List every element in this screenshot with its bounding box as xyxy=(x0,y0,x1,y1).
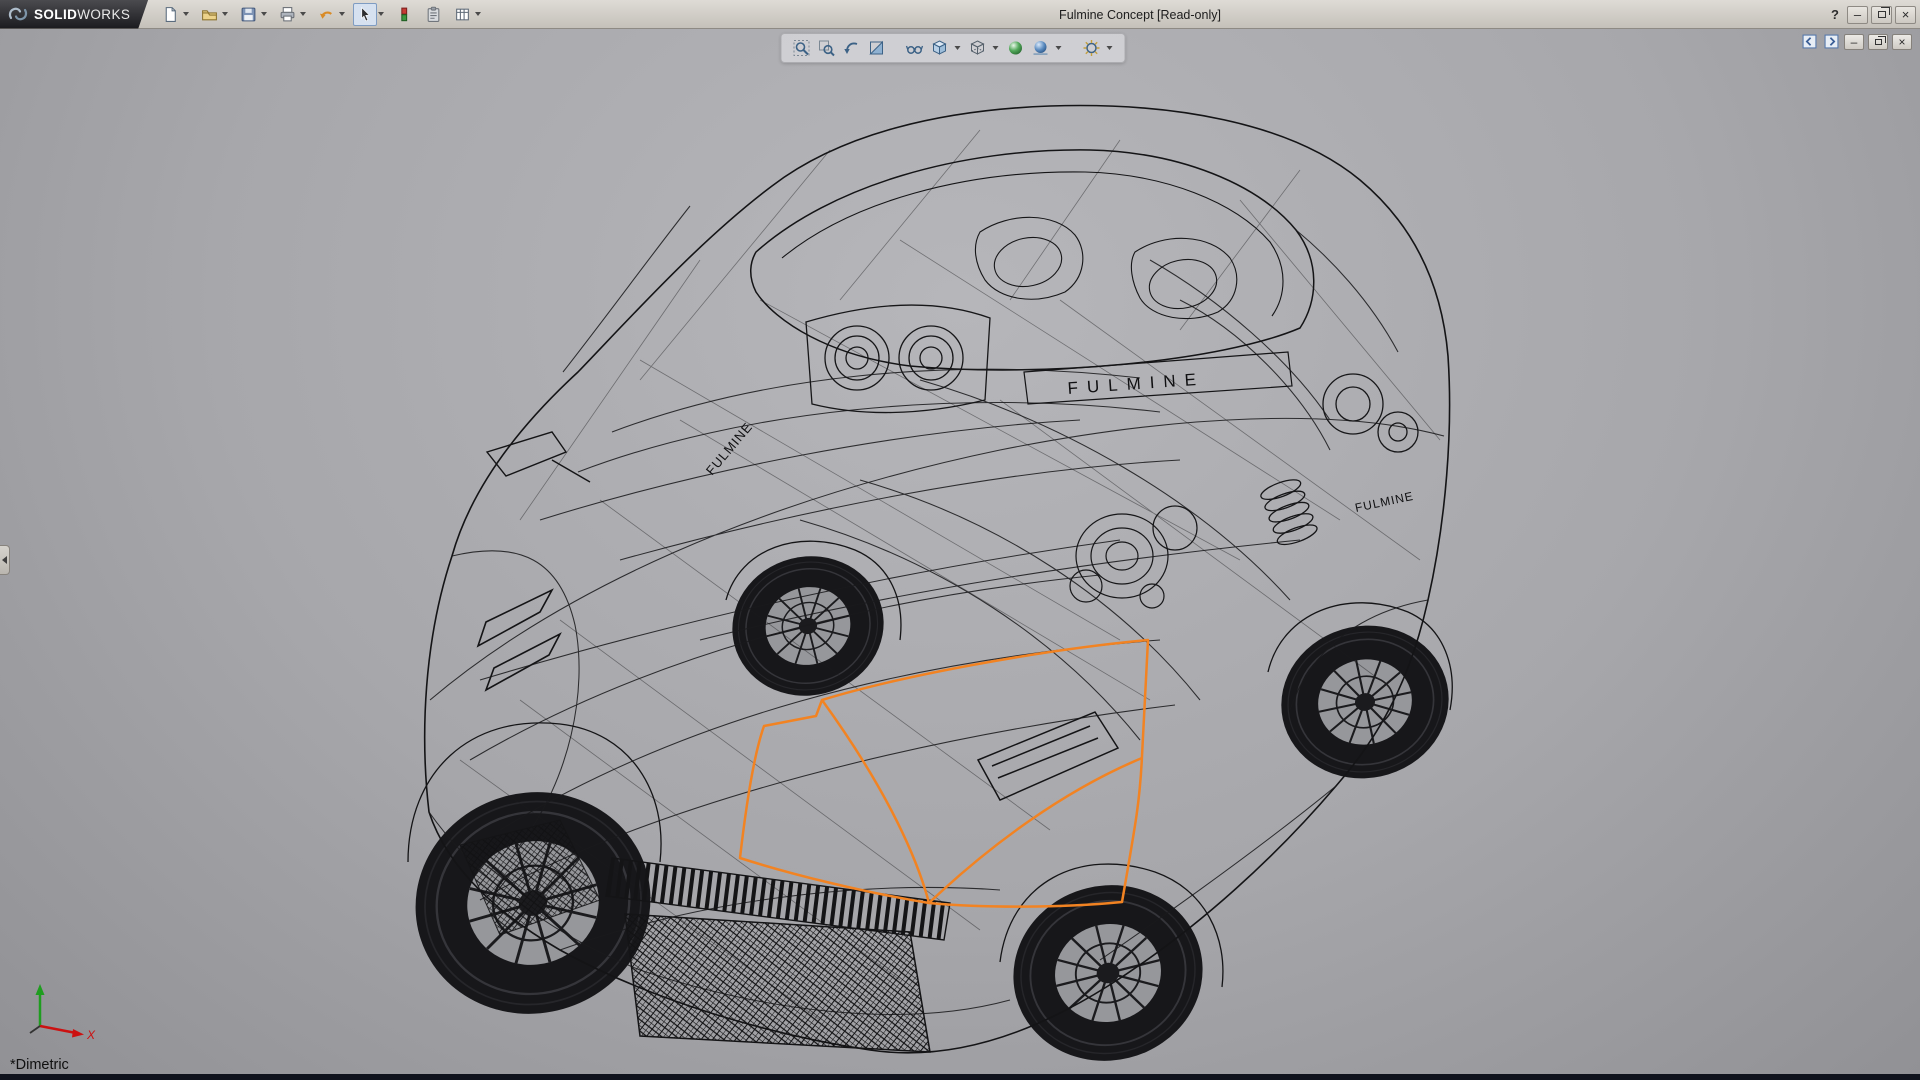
dassault-3ds-logo-icon xyxy=(8,5,28,23)
featuremanager-collapse-tab[interactable] xyxy=(0,545,10,575)
roof-inner-line xyxy=(782,172,1283,316)
wireframe-car-model: FULMINE FULMINE FULMINE xyxy=(0,0,1920,1080)
open-button[interactable] xyxy=(197,3,221,26)
view-orientation-label: *Dimetric xyxy=(10,1057,69,1073)
undo-dropdown[interactable] xyxy=(339,12,345,16)
options-button[interactable] xyxy=(450,3,474,26)
graphics-viewport[interactable]: FULMINE FULMINE FULMINE xyxy=(0,0,1920,1074)
new-document-button[interactable] xyxy=(158,3,182,26)
appearance-sphere-icon xyxy=(1007,39,1025,57)
document-restore-button[interactable] xyxy=(1868,34,1888,50)
standard-toolbar xyxy=(158,3,487,26)
orientation-cube-icon xyxy=(931,39,949,57)
previous-view-icon xyxy=(843,39,861,57)
save-dropdown[interactable] xyxy=(261,12,267,16)
triad-x-label: X xyxy=(86,1028,96,1040)
section-view-button[interactable] xyxy=(866,37,888,59)
select-dropdown[interactable] xyxy=(378,12,384,16)
glasses-icon xyxy=(906,39,924,57)
heads-up-view-toolbar xyxy=(781,33,1126,63)
open-folder-icon xyxy=(201,6,218,23)
undo-icon xyxy=(318,6,335,23)
document-window-controls: – × xyxy=(1800,33,1912,50)
print-icon xyxy=(279,6,296,23)
display-toggle-button[interactable] xyxy=(392,3,416,26)
edit-appearance-button[interactable] xyxy=(1005,37,1027,59)
zoom-to-fit-button[interactable] xyxy=(791,37,813,59)
rear-lamps xyxy=(1323,374,1418,452)
view-settings-dropdown[interactable] xyxy=(1107,46,1113,50)
clipboard-icon xyxy=(425,6,442,23)
select-button[interactable] xyxy=(353,3,377,26)
window-title: Fulmine Concept [Read-only] xyxy=(1059,0,1221,29)
grille-mesh xyxy=(625,914,930,1052)
view-settings-icon xyxy=(1083,39,1101,57)
roof-opening xyxy=(751,150,1314,370)
new-document-icon xyxy=(162,6,179,23)
decal-side-right: FULMINE xyxy=(1354,489,1415,515)
print-dropdown[interactable] xyxy=(300,12,306,16)
view-orientation-dropdown[interactable] xyxy=(955,46,961,50)
scene-sphere-icon xyxy=(1032,39,1050,57)
hide-show-items-button[interactable] xyxy=(904,37,926,59)
red-green-toggle-icon xyxy=(396,6,413,23)
zoom-to-area-button[interactable] xyxy=(816,37,838,59)
collapse-right-icon xyxy=(1824,34,1839,49)
view-orientation-button[interactable] xyxy=(929,37,951,59)
decal-side-left: FULMINE xyxy=(703,419,756,478)
document-properties-button[interactable] xyxy=(421,3,445,26)
taskbar-strip xyxy=(0,1074,1920,1080)
brand-name: SOLIDWORKS xyxy=(34,7,130,22)
open-dropdown[interactable] xyxy=(222,12,228,16)
window-controls: ? – × xyxy=(1826,0,1916,29)
view-settings-button[interactable] xyxy=(1081,37,1103,59)
options-sheet-icon xyxy=(454,6,471,23)
apply-scene-dropdown[interactable] xyxy=(1056,46,1062,50)
wheel-rear-right xyxy=(1267,610,1463,794)
collapse-left-icon xyxy=(1802,34,1817,49)
collapse-right-pane-button[interactable] xyxy=(1822,33,1840,50)
help-button[interactable]: ? xyxy=(1826,6,1844,24)
close-button[interactable]: × xyxy=(1895,6,1916,24)
display-style-dropdown[interactable] xyxy=(993,46,999,50)
restore-icon xyxy=(1875,39,1882,45)
select-cursor-icon xyxy=(357,6,374,23)
document-minimize-button[interactable]: – xyxy=(1844,34,1864,50)
center-lamp xyxy=(978,712,1118,800)
suspension-coil xyxy=(1259,476,1320,549)
window-titlebar[interactable]: SOLIDWORKS xyxy=(0,0,1920,29)
new-document-dropdown[interactable] xyxy=(183,12,189,16)
section-view-icon xyxy=(868,39,886,57)
solidworks-brand: SOLIDWORKS xyxy=(0,0,148,29)
apply-scene-button[interactable] xyxy=(1030,37,1052,59)
wireframe-cube-icon xyxy=(969,39,987,57)
zoom-to-area-icon xyxy=(818,39,836,57)
dash-gauges xyxy=(806,305,990,413)
restore-icon xyxy=(1878,11,1886,18)
zoom-to-fit-icon xyxy=(793,39,811,57)
minimize-button[interactable]: – xyxy=(1847,6,1868,24)
restore-button[interactable] xyxy=(1871,6,1892,24)
options-dropdown[interactable] xyxy=(475,12,481,16)
document-close-button[interactable]: × xyxy=(1892,34,1912,50)
undo-button[interactable] xyxy=(314,3,338,26)
seats xyxy=(975,217,1236,318)
previous-view-button[interactable] xyxy=(841,37,863,59)
headlight-chevrons xyxy=(478,590,560,690)
side-mirror xyxy=(487,432,590,482)
display-style-button[interactable] xyxy=(967,37,989,59)
save-button[interactable] xyxy=(236,3,260,26)
collapse-arrow-icon xyxy=(2,556,7,564)
orientation-triad: X xyxy=(26,980,98,1040)
collapse-left-pane-button[interactable] xyxy=(1800,33,1818,50)
save-icon xyxy=(240,6,257,23)
print-button[interactable] xyxy=(275,3,299,26)
